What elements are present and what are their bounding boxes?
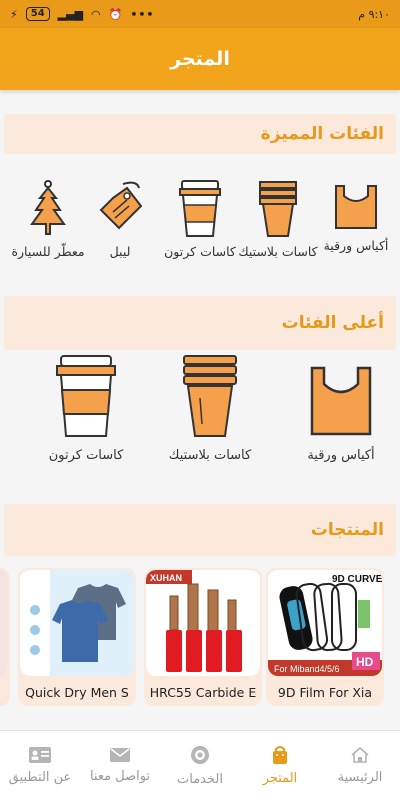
featured-category-paper-bags[interactable]: أكياس ورقية bbox=[314, 180, 398, 254]
product-image bbox=[0, 570, 8, 676]
category-label: كاسات كرتون bbox=[48, 448, 124, 463]
featured-category-plastic-cups[interactable]: كاسات بلاستيك bbox=[236, 178, 320, 260]
carton-cup-icon bbox=[56, 355, 116, 437]
category-label: ليبل bbox=[109, 244, 131, 259]
tshirts-image bbox=[20, 570, 134, 676]
category-label: معطّر للسيارة bbox=[11, 244, 85, 259]
product-image bbox=[20, 570, 134, 676]
carton-cup-icon bbox=[179, 180, 221, 237]
product-name: Quick Dry Men S bbox=[25, 685, 129, 700]
nav-store[interactable]: المتجر bbox=[240, 731, 320, 800]
id-card-icon bbox=[29, 747, 51, 763]
signal-icon: ▂▄▆ bbox=[57, 7, 84, 21]
plastic-cups-icon bbox=[183, 355, 237, 437]
category-label: كاسات بلاستيك bbox=[168, 448, 252, 463]
battery-indicator: 54 bbox=[25, 7, 50, 21]
product-card[interactable]: 9D CURVED FIT For Miband4/5/6 HD 9D Film… bbox=[266, 568, 384, 706]
product-image: 9D CURVED FIT For Miband4/5/6 HD bbox=[268, 570, 382, 676]
status-left: ⚡ 54 ▂▄▆ ◠ ⏰ ••• bbox=[10, 7, 154, 21]
status-bar: ⚡ 54 ▂▄▆ ◠ ⏰ ••• ٩:١٠ م bbox=[0, 0, 400, 28]
product-image-badge: HD bbox=[356, 655, 374, 669]
plastic-cups-icon bbox=[259, 181, 297, 237]
screen-film-image: 9D CURVED FIT For Miband4/5/6 HD bbox=[268, 570, 382, 676]
alarm-icon: ⏰ bbox=[108, 7, 123, 21]
nav-about[interactable]: عن التطبيق bbox=[0, 731, 80, 800]
nav-label: المتجر bbox=[262, 771, 298, 786]
status-time: ٩:١٠ م bbox=[358, 7, 390, 21]
main-content[interactable]: الفئات المميزة أكياس ورقية كاسات بلاستيك… bbox=[0, 90, 400, 730]
product-card[interactable]: Quick Dry Men S bbox=[18, 568, 136, 706]
services-icon bbox=[191, 746, 209, 764]
product-card[interactable]: XUHAN HRC55 Carbide E bbox=[144, 568, 262, 706]
wifi-icon: ◠ bbox=[91, 7, 101, 21]
top-category-paper-bags[interactable]: أكياس ورقية bbox=[296, 362, 386, 463]
bottom-navigation: الرئيسية المتجر الخدمات تواصل معنا عن ال… bbox=[0, 730, 400, 800]
category-label: أكياس ورقية bbox=[307, 448, 375, 463]
app-bar: المتجر bbox=[0, 28, 400, 90]
top-section-header: أعلى الفئات bbox=[4, 296, 396, 350]
mail-icon bbox=[110, 748, 130, 762]
category-label: أكياس ورقية bbox=[323, 238, 389, 253]
page-title: المتجر bbox=[170, 48, 230, 70]
charging-icon: ⚡ bbox=[10, 7, 18, 21]
product-name: 9D Film For Xia bbox=[277, 685, 373, 700]
home-icon bbox=[351, 746, 369, 763]
more-status-icon: ••• bbox=[130, 7, 155, 21]
nav-label: الرئيسية bbox=[337, 770, 383, 785]
label-tag-icon bbox=[99, 181, 143, 230]
featured-category-carton-cups[interactable]: كاسات كرتون bbox=[158, 178, 242, 260]
featured-category-car-freshener[interactable]: معطّر للسيارة bbox=[6, 178, 90, 260]
featured-section-title: الفئات المميزة bbox=[260, 124, 384, 144]
top-section-title: أعلى الفئات bbox=[281, 313, 384, 333]
nav-home[interactable]: الرئيسية bbox=[320, 731, 400, 800]
paper-bag-icon bbox=[310, 366, 372, 436]
product-image-tag: For Miband4/5/6 bbox=[274, 664, 340, 674]
nav-services[interactable]: الخدمات bbox=[160, 731, 240, 800]
product-image-text: XUHAN bbox=[150, 573, 182, 583]
featured-category-label[interactable]: ليبل bbox=[78, 178, 162, 260]
products-section-title: المنتجات bbox=[310, 520, 384, 540]
top-category-plastic-cups[interactable]: كاسات بلاستيك bbox=[160, 352, 260, 463]
products-carousel[interactable]: 9D CURVED FIT For Miband4/5/6 HD 9D Film… bbox=[0, 568, 400, 706]
category-label: كاسات كرتون bbox=[164, 244, 236, 259]
nav-contact[interactable]: تواصل معنا bbox=[80, 731, 160, 800]
nav-label: الخدمات bbox=[177, 772, 223, 787]
paper-bag-icon bbox=[335, 185, 377, 229]
category-label: كاسات بلاستيك bbox=[238, 244, 318, 259]
car-freshener-icon bbox=[30, 180, 66, 235]
product-image: XUHAN bbox=[146, 570, 260, 676]
product-card[interactable] bbox=[0, 568, 10, 706]
nav-label: عن التطبيق bbox=[8, 770, 72, 785]
featured-section-header: الفئات المميزة bbox=[4, 114, 396, 154]
nav-label: تواصل معنا bbox=[89, 769, 151, 784]
carbide-end-mill-image: XUHAN bbox=[146, 570, 260, 676]
shopping-bag-icon bbox=[273, 746, 287, 764]
product-name: HRC55 Carbide E bbox=[149, 685, 257, 700]
top-category-carton-cups[interactable]: كاسات كرتون bbox=[36, 352, 136, 463]
products-section-header: المنتجات bbox=[4, 504, 396, 556]
